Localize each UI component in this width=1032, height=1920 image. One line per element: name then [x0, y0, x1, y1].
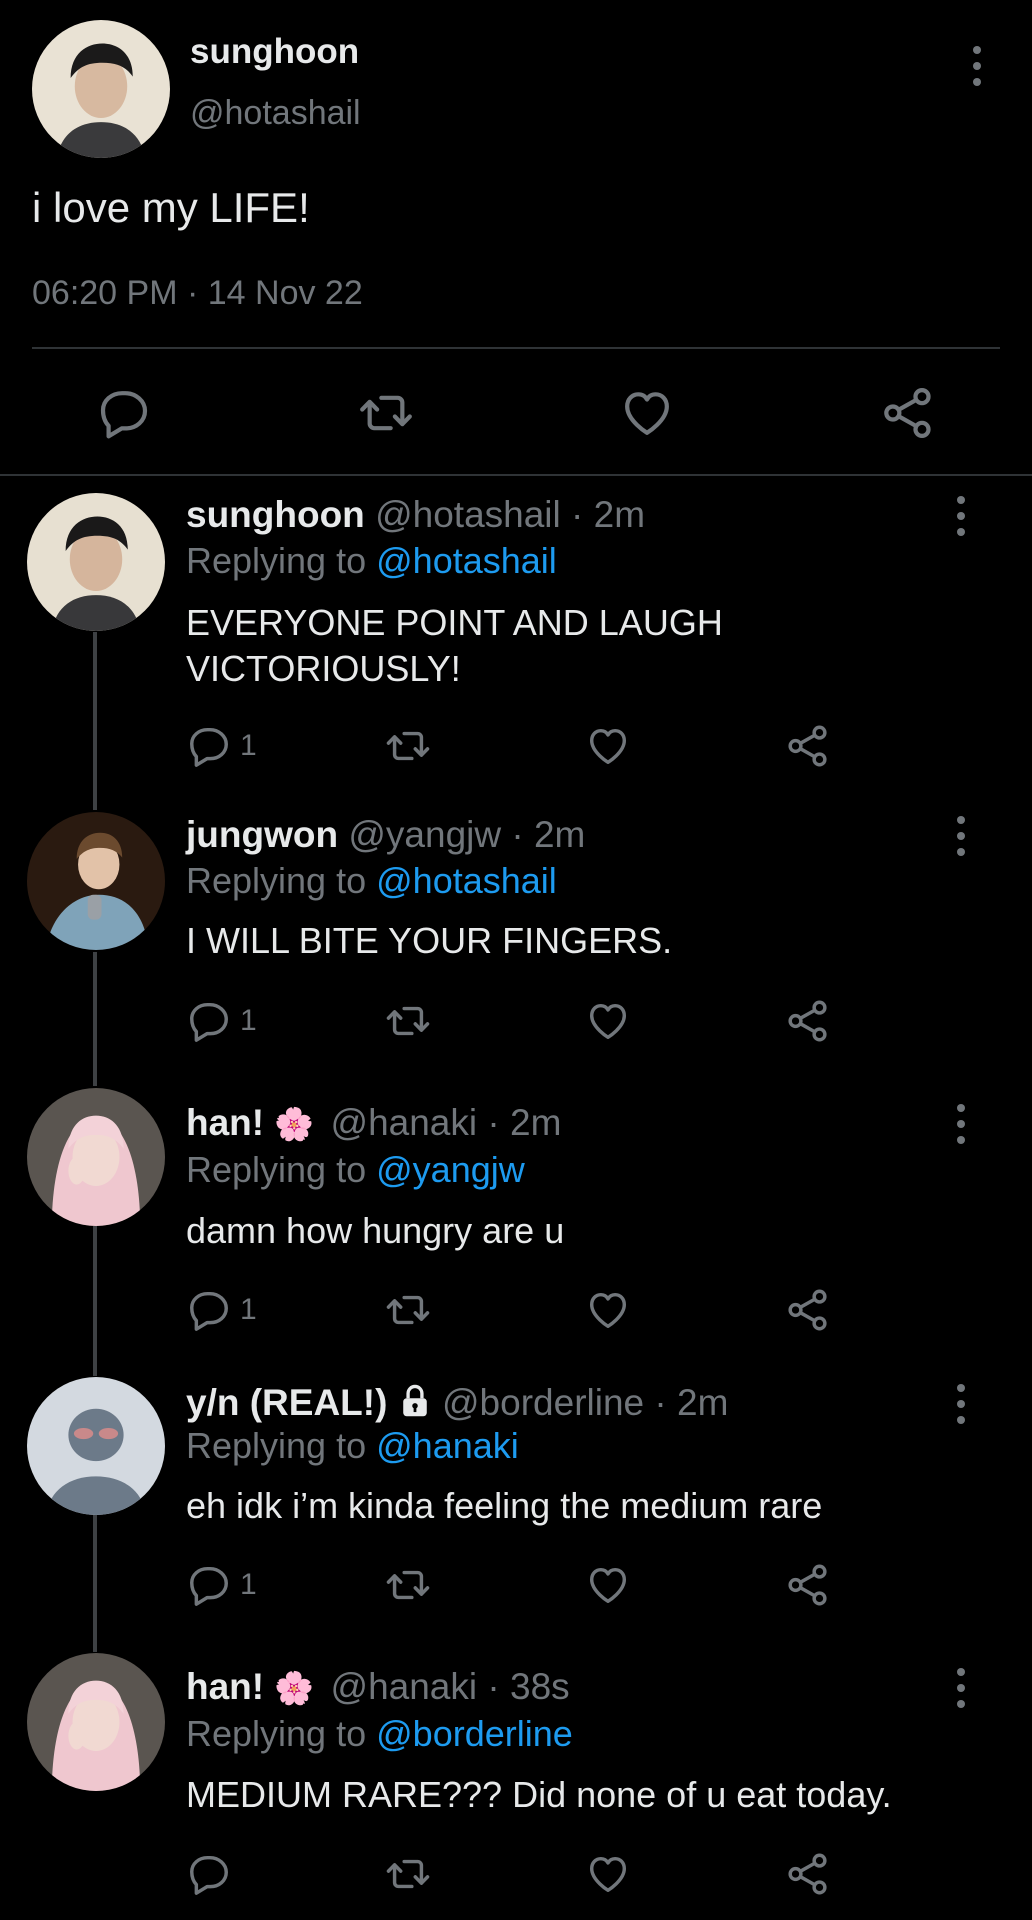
divider: [0, 474, 1032, 476]
divider: [32, 347, 1000, 349]
share-icon[interactable]: [785, 723, 831, 769]
reply-count: 1: [240, 1293, 257, 1326]
more-options-icon[interactable]: [970, 42, 982, 90]
mention-link[interactable]: @borderline: [376, 1713, 573, 1754]
reply-header: sunghoon @hotashail · 2m: [186, 494, 645, 536]
reply-count: 1: [240, 1004, 257, 1037]
share-icon[interactable]: [785, 1851, 831, 1897]
reply-icon[interactable]: [186, 723, 232, 769]
replying-prefix: Replying to: [186, 1713, 367, 1754]
tweet-text: eh idk i’m kinda feeling the medium rare: [186, 1485, 823, 1526]
replying-to: Replying to @yangjw: [186, 1149, 525, 1191]
tweet-text-line: VICTORIOUSLY!: [186, 648, 461, 689]
thread-line: [93, 1514, 97, 1652]
display-name[interactable]: y/n (REAL!): [186, 1382, 387, 1423]
reply-header: y/n (REAL!) @borderline · 2m: [186, 1382, 728, 1424]
mention-link[interactable]: @hanaki: [376, 1425, 519, 1466]
reply-icon[interactable]: [186, 998, 232, 1044]
avatar[interactable]: [32, 20, 170, 158]
handle-time[interactable]: @borderline · 2m: [442, 1382, 728, 1423]
tweet-text: damn how hungry are u: [186, 1210, 565, 1251]
like-icon[interactable]: [585, 1287, 631, 1333]
mention-link[interactable]: @yangjw: [376, 1149, 525, 1190]
flower-emoji: 🌸: [274, 1106, 315, 1142]
replying-to: Replying to @hotashail: [186, 860, 557, 902]
handle-time[interactable]: @hanaki · 38s: [331, 1666, 570, 1707]
handle-time[interactable]: @hotashail · 2m: [375, 494, 645, 535]
more-options-icon[interactable]: [954, 812, 966, 860]
display-name[interactable]: han!: [186, 1102, 264, 1143]
retweet-icon[interactable]: [385, 1287, 431, 1333]
avatar[interactable]: [27, 1088, 165, 1226]
replying-prefix: Replying to: [186, 1149, 367, 1190]
share-icon[interactable]: [785, 1562, 831, 1608]
reply-icon[interactable]: [186, 1851, 232, 1897]
share-icon[interactable]: [785, 1287, 831, 1333]
display-name[interactable]: sunghoon: [190, 32, 359, 72]
avatar[interactable]: [27, 1653, 165, 1791]
retweet-icon[interactable]: [385, 998, 431, 1044]
thread-line: [93, 952, 97, 1086]
more-options-icon[interactable]: [954, 1664, 966, 1712]
tweet-text: I WILL BITE YOUR FINGERS.: [186, 920, 673, 961]
tweet-text-line: EVERYONE POINT AND LAUGH: [186, 602, 723, 643]
mention-link[interactable]: @hotashail: [376, 860, 557, 901]
like-icon[interactable]: [585, 1562, 631, 1608]
replying-prefix: Replying to: [186, 1425, 367, 1466]
replying-to: Replying to @borderline: [186, 1713, 573, 1755]
tweet-text: i love my LIFE!: [32, 184, 310, 231]
tweet-text: MEDIUM RARE??? Did none of u eat today.: [186, 1774, 892, 1815]
tweet-text: EVERYONE POINT AND LAUGH VICTORIOUSLY!: [186, 600, 723, 692]
replying-prefix: Replying to: [186, 540, 367, 581]
display-name[interactable]: jungwon: [186, 814, 338, 855]
reply-header: jungwon @yangjw · 2m: [186, 814, 585, 856]
more-options-icon[interactable]: [954, 1100, 966, 1148]
like-icon[interactable]: [585, 723, 631, 769]
retweet-icon[interactable]: [385, 1851, 431, 1897]
timestamp: 06:20 PM · 14 Nov 22: [32, 274, 363, 312]
reply-header: han! 🌸 @hanaki · 38s: [186, 1666, 570, 1708]
retweet-icon[interactable]: [358, 385, 414, 441]
handle[interactable]: @hotashail: [190, 94, 361, 133]
share-icon[interactable]: [880, 385, 936, 441]
replying-prefix: Replying to: [186, 860, 367, 901]
share-icon[interactable]: [785, 998, 831, 1044]
thread-line: [93, 1226, 97, 1376]
reply-header: han! 🌸 @hanaki · 2m: [186, 1102, 561, 1144]
retweet-icon[interactable]: [385, 723, 431, 769]
avatar[interactable]: [27, 812, 165, 950]
retweet-icon[interactable]: [385, 1562, 431, 1608]
like-icon[interactable]: [585, 1851, 631, 1897]
like-icon[interactable]: [585, 998, 631, 1044]
reply-count: 1: [240, 729, 257, 762]
reply-count: 1: [240, 1568, 257, 1601]
display-name[interactable]: sunghoon: [186, 494, 365, 535]
mention-link[interactable]: @hotashail: [376, 540, 557, 581]
reply-icon[interactable]: [96, 385, 152, 441]
lock-icon: [402, 1384, 427, 1417]
more-options-icon[interactable]: [954, 1380, 966, 1428]
more-options-icon[interactable]: [954, 492, 966, 540]
display-name[interactable]: han!: [186, 1666, 264, 1707]
avatar[interactable]: [27, 493, 165, 631]
flower-emoji: 🌸: [274, 1670, 315, 1706]
replying-to: Replying to @hanaki: [186, 1425, 519, 1467]
handle-time[interactable]: @hanaki · 2m: [331, 1102, 562, 1143]
reply-icon[interactable]: [186, 1562, 232, 1608]
handle-time[interactable]: @yangjw · 2m: [348, 814, 585, 855]
avatar[interactable]: [27, 1377, 165, 1515]
thread-line: [93, 632, 97, 810]
reply-icon[interactable]: [186, 1287, 232, 1333]
like-icon[interactable]: [619, 385, 675, 441]
replying-to: Replying to @hotashail: [186, 540, 557, 582]
